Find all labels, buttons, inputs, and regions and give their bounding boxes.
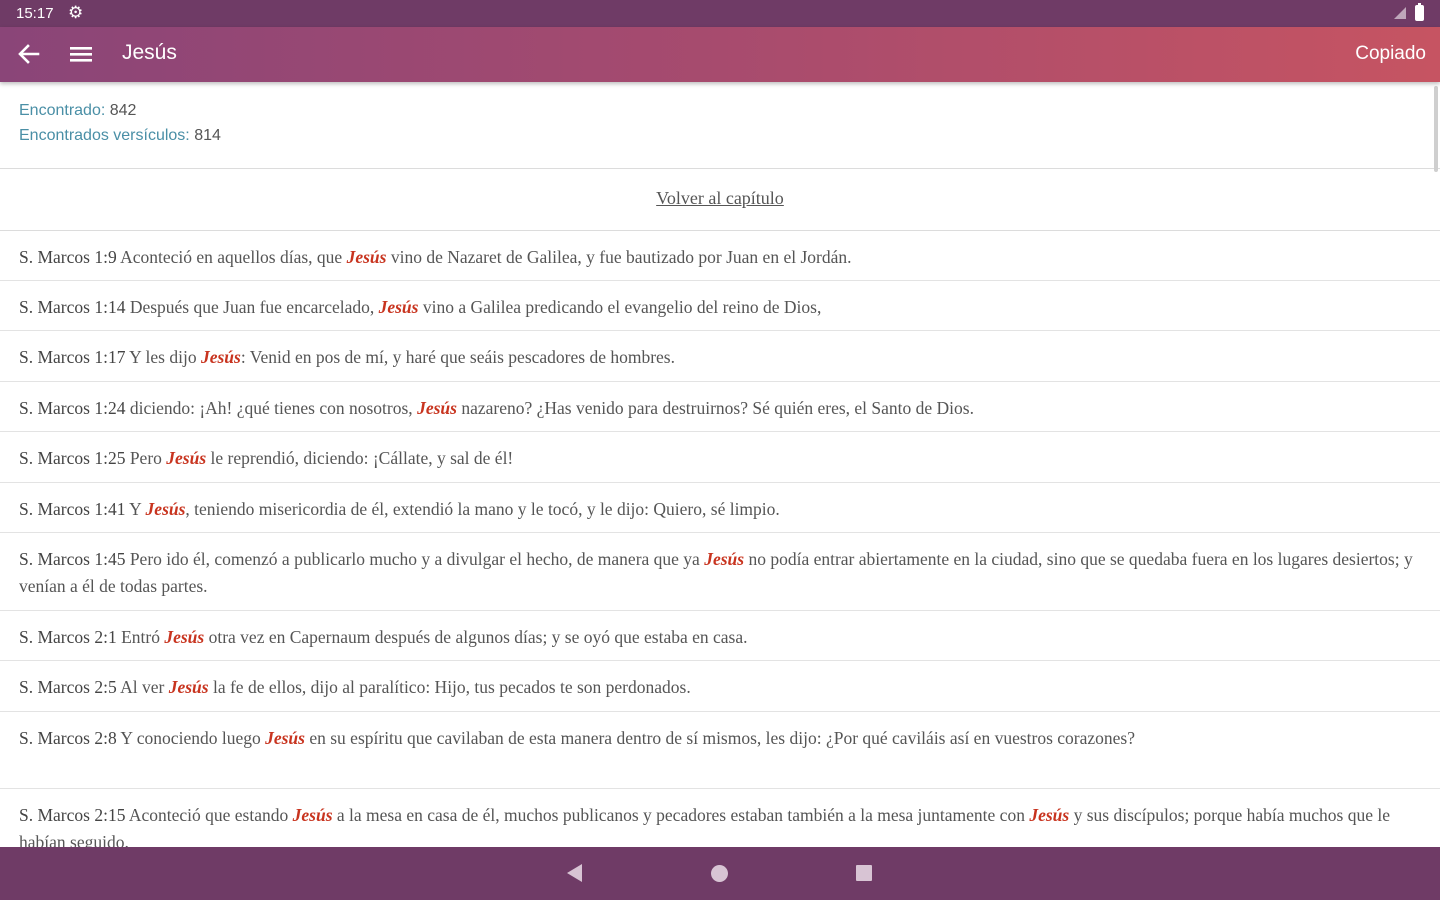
verse-text: Aconteció en aquellos días, que <box>116 247 347 267</box>
verse-text: Al ver <box>116 677 169 697</box>
verse-text: la fe de ellos, dijo al paralítico: Hijo… <box>208 677 691 697</box>
signal-icon <box>1394 7 1406 19</box>
verse-reference: S. Marcos 2:15 <box>19 805 126 825</box>
highlighted-match: Jesús <box>417 398 457 418</box>
verse-result-item[interactable]: S. Marcos 2:5 Al ver Jesús la fe de ello… <box>0 661 1440 712</box>
verse-text: : Venid en pos de mí, y haré que seáis p… <box>240 347 675 367</box>
verse-result-item[interactable]: S. Marcos 2:15 Aconteció que estando Jes… <box>0 789 1440 847</box>
highlighted-match: Jesús <box>166 448 207 468</box>
found-count: Encontrado: 842 <box>19 102 136 120</box>
verse-text: nazareno? ¿Has venido para destruirnos? … <box>456 398 974 418</box>
verse-text: Aconteció que estando <box>125 805 293 825</box>
back-link-row: Volver al capítulo <box>0 168 1440 231</box>
search-stats: Encontrado: 842 Encontrados versículos: … <box>0 82 1440 169</box>
verse-result-item[interactable]: S. Marcos 1:17 Y les dijo Jesús: Venid e… <box>0 331 1440 382</box>
verse-reference: S. Marcos 1:45 <box>19 549 126 569</box>
verse-reference: S. Marcos 1:41 <box>19 499 126 519</box>
verse-text: vino de Nazaret de Galilea, y fue bautiz… <box>386 247 852 267</box>
verse-text: Y <box>125 499 146 519</box>
verse-text: en su espíritu que cavilaban de esta man… <box>304 728 1135 748</box>
verse-result-item[interactable]: S. Marcos 2:8 Y conociendo luego Jesús e… <box>0 712 1440 789</box>
nav-home-icon[interactable] <box>711 865 728 882</box>
scrollbar[interactable] <box>1434 86 1438 172</box>
verse-result-item[interactable]: S. Marcos 1:41 Y Jesús, teniendo miseric… <box>0 483 1440 533</box>
settings-gear-icon: ⚙ <box>68 3 84 23</box>
verse-result-item[interactable]: S. Marcos 1:9 Aconteció en aquellos días… <box>0 231 1440 281</box>
verses-value: 814 <box>194 127 221 144</box>
verse-result-item[interactable]: S. Marcos 1:14 Después que Juan fue enca… <box>0 281 1440 331</box>
app-bar: Jesús Copiado <box>0 27 1440 82</box>
verse-result-item[interactable]: S. Marcos 2:1 Entró Jesús otra vez en Ca… <box>0 611 1440 661</box>
verse-text: le reprendió, diciendo: ¡Cállate, y sal … <box>206 448 514 468</box>
page-title: Jesús <box>122 41 177 64</box>
highlighted-match: Jesús <box>378 297 419 317</box>
verse-text: otra vez en Capernaum después de algunos… <box>204 627 748 647</box>
verse-reference: S. Marcos 1:14 <box>19 297 126 317</box>
results-list: S. Marcos 1:9 Aconteció en aquellos días… <box>0 231 1440 847</box>
verse-result-item[interactable]: S. Marcos 1:24 diciendo: ¡Ah! ¿qué tiene… <box>0 382 1440 432</box>
verse-text: a la mesa en casa de él, muchos publican… <box>332 805 1030 825</box>
verse-reference: S. Marcos 1:9 <box>19 247 117 267</box>
status-time: 15:17 <box>16 5 54 22</box>
nav-recents-icon[interactable] <box>856 865 872 881</box>
verse-reference: S. Marcos 1:24 <box>19 398 126 418</box>
copy-button[interactable]: Copiado <box>1355 43 1426 65</box>
navigation-bar <box>0 847 1440 900</box>
verses-label: Encontrados versículos: <box>19 127 190 144</box>
found-value: 842 <box>109 102 137 119</box>
verse-text: Y conociendo luego <box>116 728 266 748</box>
verse-text: Después que Juan fue encarcelado, <box>125 297 379 317</box>
verse-text: vino a Galilea predicando el evangelio d… <box>418 297 822 317</box>
verse-result-item[interactable]: S. Marcos 1:45 Pero ido él, comenzó a pu… <box>0 533 1440 611</box>
verse-reference: S. Marcos 1:17 <box>19 347 126 367</box>
verse-reference: S. Marcos 2:8 <box>19 728 117 748</box>
verse-reference: S. Marcos 2:5 <box>19 677 117 697</box>
verse-reference: S. Marcos 2:1 <box>19 627 117 647</box>
verse-text: , teniendo misericordia de él, extendió … <box>185 499 780 519</box>
highlighted-match: Jesús <box>1029 805 1070 825</box>
nav-back-icon[interactable] <box>567 864 582 882</box>
highlighted-match: Jesús <box>265 728 305 748</box>
highlighted-match: Jesús <box>168 677 209 697</box>
verse-result-item[interactable]: S. Marcos 1:25 Pero Jesús le reprendió, … <box>0 432 1440 483</box>
menu-icon[interactable] <box>66 37 96 71</box>
verse-text: Y les dijo <box>125 347 201 367</box>
verses-count: Encontrados versículos: 814 <box>19 127 221 145</box>
highlighted-match: Jesús <box>145 499 186 519</box>
highlighted-match: Jesús <box>292 805 333 825</box>
status-bar: 15:17 ⚙ <box>0 0 1440 27</box>
found-label: Encontrado: <box>19 102 106 119</box>
verse-text: Entró <box>116 627 165 647</box>
highlighted-match: Jesús <box>704 549 745 569</box>
verse-text: Pero <box>125 448 167 468</box>
highlighted-match: Jesús <box>164 627 205 647</box>
battery-icon <box>1415 3 1424 21</box>
back-arrow-icon[interactable] <box>14 37 44 71</box>
highlighted-match: Jesús <box>346 247 387 267</box>
verse-reference: S. Marcos 1:25 <box>19 448 126 468</box>
verse-text: Pero ido él, comenzó a publicarlo mucho … <box>125 549 705 569</box>
verse-text: diciendo: ¡Ah! ¿qué tienes con nosotros, <box>125 398 418 418</box>
back-to-chapter-link[interactable]: Volver al capítulo <box>656 188 784 209</box>
highlighted-match: Jesús <box>200 347 241 367</box>
